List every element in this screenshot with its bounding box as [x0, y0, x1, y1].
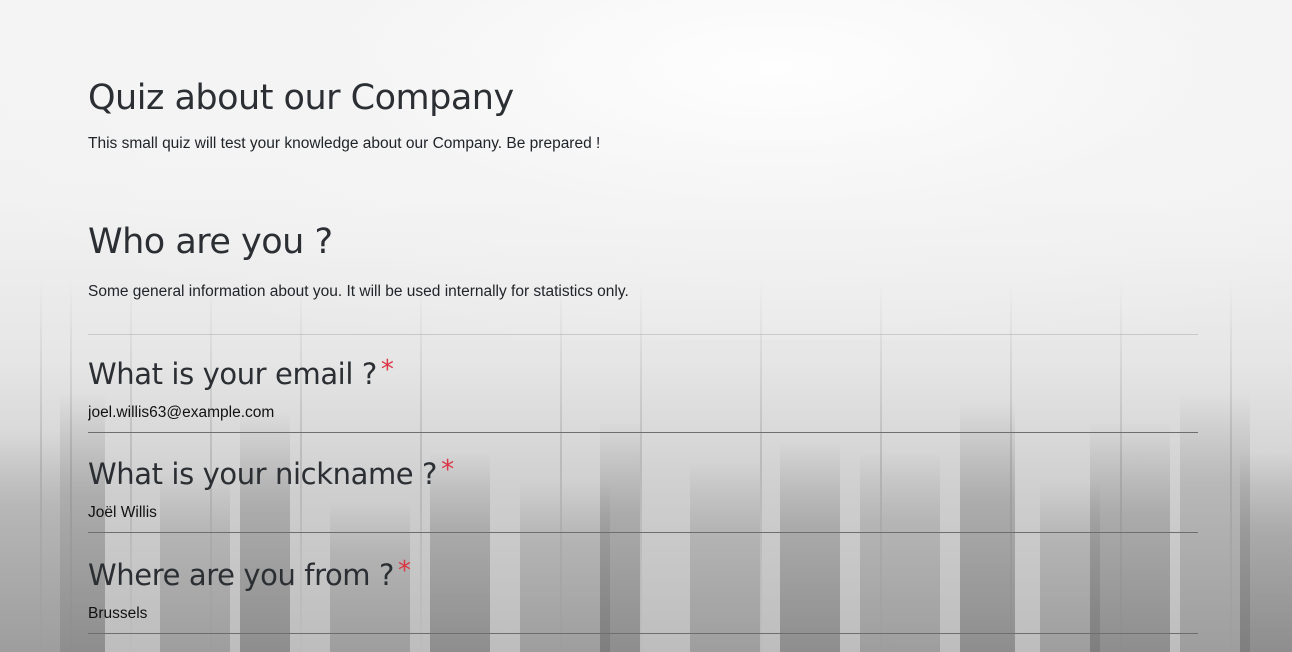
required-mark: *: [397, 556, 411, 586]
question-label-text: What is your email ?: [88, 357, 377, 391]
question-nickname: What is your nickname ? *: [88, 452, 1198, 533]
survey-title: Quiz about our Company: [88, 78, 514, 118]
question-label-text: Where are you from ?: [88, 558, 394, 592]
required-mark: *: [380, 355, 394, 385]
location-field[interactable]: [88, 605, 1198, 634]
required-mark: *: [441, 455, 454, 485]
question-label: What is your nickname ? *: [88, 452, 1198, 492]
section-title: Who are you ?: [88, 222, 333, 262]
email-field[interactable]: [88, 404, 1198, 433]
section-description: Some general information about you. It w…: [88, 283, 629, 300]
question-email: What is your email ? *: [88, 352, 1198, 433]
survey-description: This small quiz will test your knowledge…: [88, 135, 601, 152]
question-label: What is your email ? *: [88, 352, 1198, 392]
question-label-text: What is your nickname ?: [88, 457, 438, 491]
section-divider: [88, 334, 1198, 335]
question-label: Where are you from ? *: [88, 553, 1198, 593]
question-location: Where are you from ? *: [88, 553, 1198, 634]
nickname-field[interactable]: [88, 504, 1198, 533]
